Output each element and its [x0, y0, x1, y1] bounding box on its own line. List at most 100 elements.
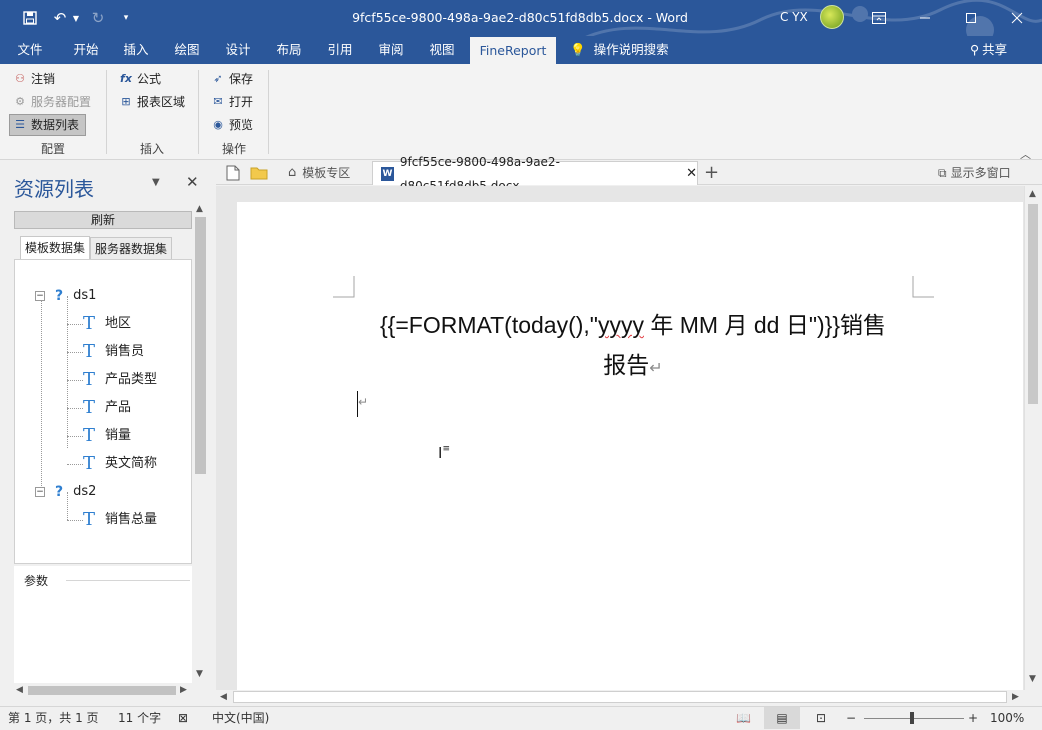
preview-button[interactable]: ◉ 预览 [208, 114, 253, 136]
tree-node-ds1[interactable]: − ? ds1 [35, 285, 96, 307]
zoom-slider[interactable] [864, 718, 964, 719]
word-count[interactable]: 11 个字 [118, 707, 161, 729]
tab-insert[interactable]: 插入 [114, 36, 158, 64]
read-mode-icon[interactable]: 📖 [736, 707, 751, 729]
show-multi-window-button[interactable]: ⧉ 显示多窗口 [938, 161, 1011, 185]
document-vertical-scrollbar[interactable]: ▲ ▼ [1024, 186, 1040, 690]
preview-label: 预览 [229, 118, 254, 132]
report-region-button[interactable]: ⊞ 报表区域 [116, 91, 185, 113]
tree-guide [67, 464, 83, 465]
web-layout-icon[interactable]: ⊡ [816, 707, 826, 729]
tab-home[interactable]: 开始 [64, 36, 108, 64]
group-divider [198, 70, 199, 154]
open-button[interactable]: ✉ 打开 [208, 91, 253, 113]
tell-me-search[interactable]: 💡 操作说明搜索 [570, 36, 669, 64]
tree-node-ds2[interactable]: − ? ds2 [35, 481, 96, 503]
scroll-left-icon[interactable]: ◀ [220, 692, 227, 702]
scroll-thumb[interactable] [195, 217, 206, 474]
user-name[interactable]: C YX [780, 0, 808, 36]
new-document-icon[interactable] [226, 161, 240, 185]
add-tab-icon[interactable]: + [704, 161, 719, 185]
scroll-thumb[interactable] [1028, 204, 1038, 404]
language-indicator[interactable]: 中文(中国) [212, 707, 269, 729]
tree-field[interactable]: T 产品 [83, 397, 131, 419]
tab-active-document[interactable]: W 9fcf55ce-9800-498a-9ae2-d80c51fd8db5.d… [372, 155, 698, 193]
tab-references[interactable]: 引用 [318, 36, 362, 64]
undo-icon[interactable]: ↶ [48, 0, 72, 36]
ribbon-display-options-icon[interactable] [856, 0, 902, 36]
tree-field[interactable]: T 地区 [83, 313, 131, 335]
save-icon[interactable] [18, 0, 42, 36]
document-heading-line-2[interactable]: 报告↵ [333, 346, 933, 380]
tree-field[interactable]: T 销售员 [83, 341, 144, 363]
scroll-right-icon[interactable]: ▶ [1012, 692, 1019, 702]
minimize-icon[interactable] [902, 0, 948, 36]
tab-review[interactable]: 审阅 [369, 36, 413, 64]
folder-icon[interactable] [250, 161, 268, 185]
window-title: 9fcf55ce-9800-498a-9ae2-d80c51fd8db5.doc… [352, 10, 688, 25]
margin-corner-mark [912, 276, 934, 298]
spelling-flagged-text: yyyy [597, 312, 644, 338]
tree-field[interactable]: T 销量 [83, 425, 131, 447]
formula-button[interactable]: fx 公式 [116, 68, 161, 90]
field-label: 产品 [105, 400, 132, 415]
tab-finereport[interactable]: FineReport [470, 37, 556, 64]
dataset-icon: ? [55, 288, 64, 304]
tab-template-dataset[interactable]: 模板数据集 [20, 236, 91, 260]
collapse-ribbon-icon[interactable]: ︿ [1020, 146, 1031, 162]
server-config-button[interactable]: ⚙ 服务器配置 [10, 91, 91, 113]
tab-server-dataset[interactable]: 服务器数据集 [90, 237, 173, 259]
close-tab-icon[interactable]: ✕ [686, 162, 697, 186]
panel-title: 资源列表 [14, 177, 94, 201]
proofing-icon[interactable]: ⊠ [178, 707, 188, 729]
zoom-out-icon[interactable]: − [846, 707, 856, 729]
multi-window-label: 显示多窗口 [950, 166, 1011, 180]
data-list-button[interactable]: ☰ 数据列表 [9, 114, 86, 136]
panel-horizontal-scrollbar[interactable]: ◀ ▶ [14, 683, 192, 698]
tab-file[interactable]: 文件 [8, 36, 52, 64]
undo-dropdown-icon[interactable]: ▼ [70, 0, 82, 36]
tab-draw[interactable]: 绘图 [165, 36, 209, 64]
scroll-down-icon[interactable]: ▼ [1029, 674, 1036, 684]
tree-field[interactable]: T 产品类型 [83, 369, 157, 391]
panel-close-icon[interactable]: ✕ [186, 173, 199, 191]
document-heading-line-1[interactable]: {{=FORMAT(today(),"yyyy 年 MM 月 dd 日")}}销… [333, 306, 933, 340]
scroll-thumb[interactable] [28, 686, 176, 695]
zoom-in-icon[interactable]: + [968, 707, 978, 729]
share-button[interactable]: ⚲ 共享 [970, 36, 1007, 64]
collapse-icon[interactable]: − [35, 291, 45, 301]
close-icon[interactable] [994, 0, 1040, 36]
scroll-left-icon[interactable]: ◀ [16, 685, 23, 695]
tree-field[interactable]: T 英文简称 [83, 453, 157, 475]
tree-guide [67, 408, 83, 409]
scroll-right-icon[interactable]: ▶ [180, 685, 187, 695]
zoom-slider-thumb[interactable] [910, 712, 914, 724]
print-layout-icon[interactable]: ▤ [764, 707, 800, 729]
tab-design[interactable]: 设计 [216, 36, 260, 64]
dataset-name: ds1 [73, 288, 97, 303]
formula-prefix: {{=FORMAT(today()," [379, 312, 598, 338]
refresh-button[interactable]: 刷新 [14, 211, 192, 229]
zoom-level[interactable]: 100% [990, 707, 1024, 729]
scroll-up-icon[interactable]: ▲ [1029, 189, 1036, 199]
panel-dropdown-icon[interactable]: ▼ [152, 177, 160, 188]
scroll-thumb[interactable] [233, 691, 1007, 703]
collapse-icon[interactable]: − [35, 487, 45, 497]
tab-template-zone[interactable]: ⌂ 模板专区 [282, 161, 356, 185]
maximize-icon[interactable] [948, 0, 994, 36]
word-doc-icon: W [381, 166, 394, 181]
customize-quick-access-icon[interactable]: ▾ [118, 0, 134, 36]
scroll-down-icon[interactable]: ▼ [196, 669, 203, 679]
avatar[interactable] [820, 5, 844, 29]
redo-icon[interactable]: ↻ [86, 0, 110, 36]
panel-vertical-scrollbar[interactable]: ▲ ▼ [193, 203, 208, 683]
scroll-up-icon[interactable]: ▲ [196, 204, 203, 214]
tab-layout[interactable]: 布局 [267, 36, 311, 64]
open-envelope-icon: ✉ [213, 95, 223, 108]
page-count[interactable]: 第 1 页，共 1 页 [8, 707, 99, 729]
tab-view[interactable]: 视图 [420, 36, 464, 64]
document-horizontal-scrollbar[interactable]: ◀ ▶ [216, 690, 1024, 704]
save-button[interactable]: ➶ 保存 [208, 68, 253, 90]
logout-button[interactable]: ⚇ 注销 [10, 68, 55, 90]
tree-field[interactable]: T 销售总量 [83, 509, 157, 531]
